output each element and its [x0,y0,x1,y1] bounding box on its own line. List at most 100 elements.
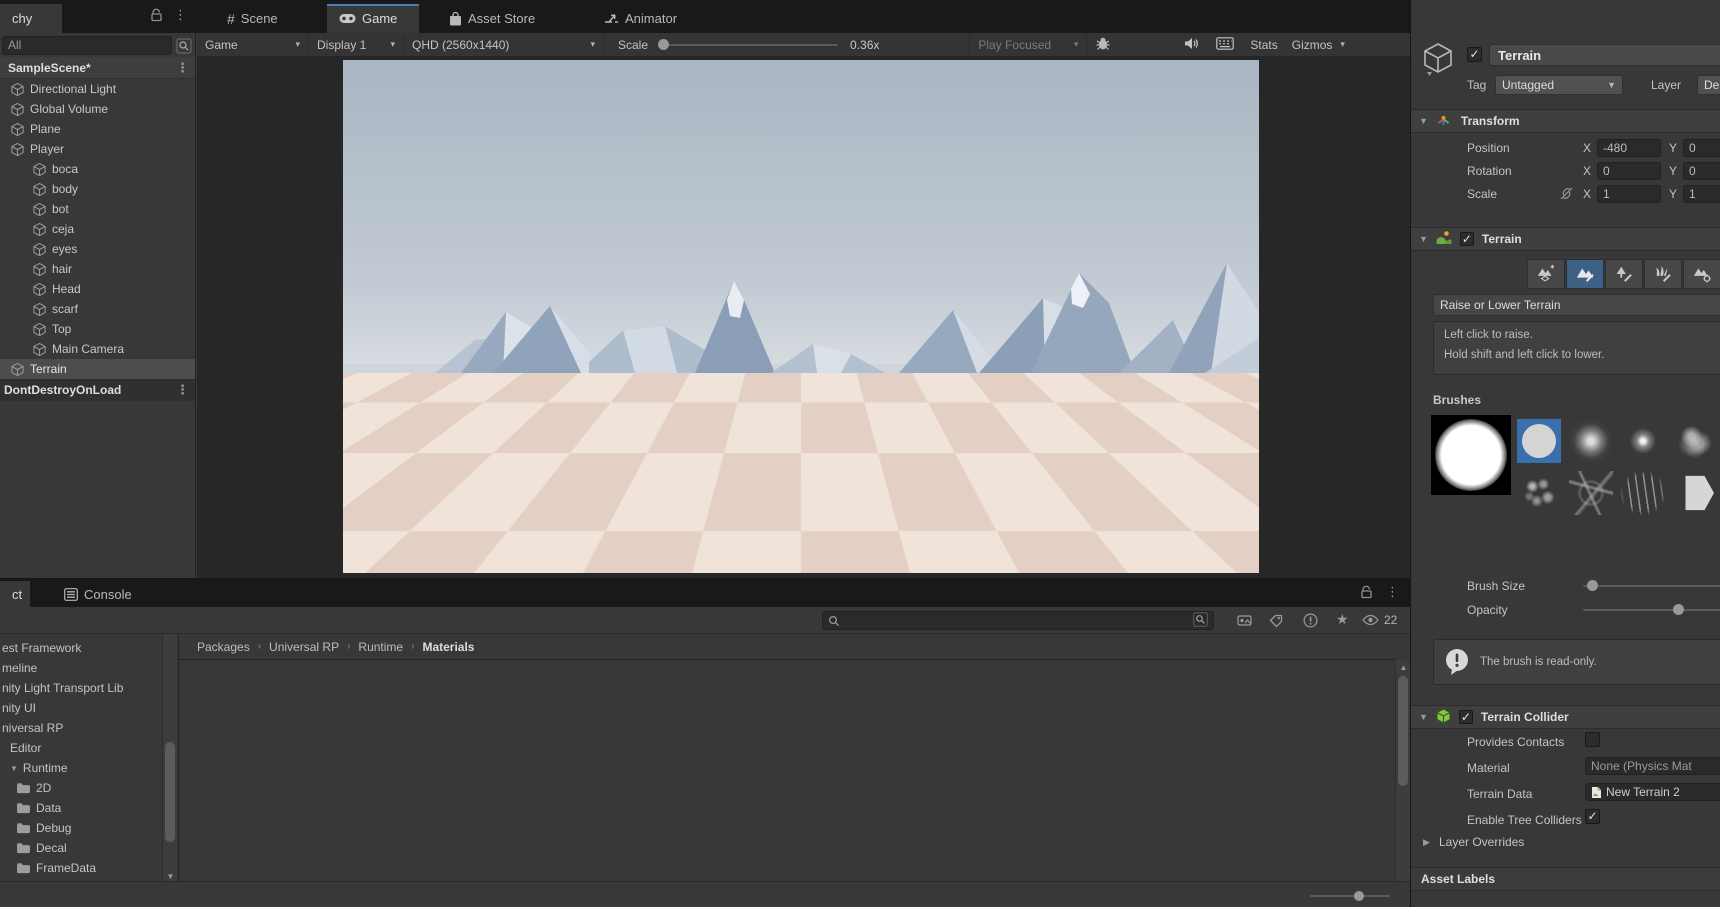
hierarchy-item-main-camera[interactable]: Main Camera [0,339,195,359]
gameobject-name-field[interactable]: Terrain [1489,44,1720,66]
brush-tile-cracks[interactable] [1569,471,1613,515]
rotation-y-field[interactable]: 0 [1683,162,1720,180]
gameobject-active-checkbox[interactable]: ✓ [1467,47,1482,62]
label-filter-icon[interactable] [1269,614,1283,631]
terrain-tool-paint-trees[interactable] [1605,259,1643,289]
hierarchy-item-top[interactable]: Top [0,319,195,339]
tree-item-debug[interactable]: Debug [0,818,162,838]
brush-tile-hex[interactable] [1673,471,1717,515]
hierarchy-item-bot[interactable]: bot [0,199,195,219]
keyboard-icon[interactable] [1216,37,1234,53]
resolution-dropdown[interactable]: QHD (2560x1440) ▾ [404,33,604,57]
hierarchy-item-global-volume[interactable]: Global Volume [0,99,195,119]
tree-scroll-down-icon[interactable]: ▼ [165,872,176,881]
opacity-slider[interactable] [1583,609,1720,611]
scale-x-field[interactable]: 1 [1597,185,1661,203]
tree-item-editor[interactable]: Editor [0,738,162,758]
layer-dropdown[interactable]: De [1697,75,1720,95]
terrain-collider-enabled-checkbox[interactable]: ✓ [1459,710,1473,724]
dontdestroy-menu-icon[interactable]: ⋮ [176,382,195,398]
tree-item-decal[interactable]: Decal [0,838,162,858]
terrain-tool-mode-dropdown[interactable]: Raise or Lower Terrain [1433,294,1720,316]
scene-menu-icon[interactable]: ⋮ [176,60,195,76]
hierarchy-item-body[interactable]: body [0,179,195,199]
tab-scene[interactable]: #Scene [215,4,315,33]
display-dropdown[interactable]: Display 1 ▾ [309,33,404,57]
hierarchy-item-eyes[interactable]: eyes [0,239,195,259]
chevron-down-icon[interactable]: ▾ [1340,39,1345,50]
terrain-enabled-checkbox[interactable]: ✓ [1460,232,1474,246]
foldout-arrow-icon[interactable]: ▼ [1411,234,1428,244]
hierarchy-item-hair[interactable]: hair [0,259,195,279]
debug-bug-icon[interactable] [1095,36,1111,54]
position-y-field[interactable]: 0 [1683,139,1720,157]
scale-slider[interactable] [658,44,838,46]
hierarchy-item-head[interactable]: Head [0,279,195,299]
brush-tile-soft[interactable] [1569,419,1613,463]
tree-item-runtime[interactable]: ▼Runtime [0,758,162,778]
game-viewport[interactable] [343,60,1259,573]
grid-scrollbar-thumb[interactable] [1398,676,1408,786]
lock-icon[interactable] [1360,585,1373,602]
project-menu-icon[interactable]: ⋮ [1386,584,1399,600]
tab-console[interactable]: Console [52,581,144,607]
tab-game[interactable]: Game [327,4,419,33]
hierarchy-item-terrain[interactable]: Terrain [0,359,195,379]
breadcrumb-segment[interactable]: Runtime [358,640,403,654]
material-object-field[interactable]: None (Physics Mat [1585,757,1720,775]
foldout-right-icon[interactable]: ▶ [1423,837,1430,848]
brush-tile-scatter[interactable] [1517,471,1561,515]
mute-audio-icon[interactable] [1183,36,1200,54]
breadcrumb-segment[interactable]: Universal RP [269,640,339,654]
brush-tile-circle[interactable] [1517,419,1561,463]
brush-size-slider[interactable] [1583,585,1720,587]
brush-tile-streaks[interactable] [1621,471,1665,515]
tree-item-nity-light-transport-lib[interactable]: nity Light Transport Lib [0,678,162,698]
tree-item-framedata[interactable]: FrameData [0,858,162,878]
project-search-input[interactable] [822,611,1214,630]
provides-contacts-checkbox[interactable] [1585,732,1600,747]
brush-tile-mottle[interactable] [1673,419,1717,463]
hidden-packages-eye-icon[interactable] [1362,614,1379,629]
hierarchy-item-player[interactable]: Player [0,139,195,159]
terrain-component-header[interactable]: ▼ ✓ Terrain [1411,227,1720,251]
tree-item-data[interactable]: Data [0,798,162,818]
tag-dropdown[interactable]: Untagged▼ [1495,75,1623,95]
hierarchy-item-directional-light[interactable]: Directional Light [0,79,195,99]
grid-scroll-up-icon[interactable]: ▲ [1398,663,1409,672]
scale-slider-handle[interactable] [658,39,669,50]
expand-arrow-icon[interactable]: ▼ [10,764,18,773]
tab-hierarchy[interactable]: chy [0,4,62,33]
rotation-x-field[interactable]: 0 [1597,162,1661,180]
asset-type-filter-icon[interactable] [1237,614,1252,630]
alert-icon[interactable] [1303,613,1318,631]
tree-item-niversal-rp[interactable]: niversal RP [0,718,162,738]
terrain-tool-create-neighbor[interactable] [1527,259,1565,289]
gizmos-dropdown[interactable]: Gizmos [1292,38,1333,52]
play-focused-dropdown[interactable]: Play Focused ▾ [969,33,1087,57]
lock-icon[interactable] [150,8,163,25]
tab-project[interactable]: ct [0,581,30,607]
opacity-handle[interactable] [1673,604,1684,615]
tree-scrollbar[interactable]: ▼ [162,634,177,886]
position-x-field[interactable]: -480 [1597,139,1661,157]
breadcrumb-segment[interactable]: Packages [179,640,250,654]
save-search-star-icon[interactable]: ★ [1336,611,1349,628]
asset-labels-header[interactable]: Asset Labels [1411,867,1720,891]
brush-size-handle[interactable] [1587,580,1598,591]
hierarchy-item-plane[interactable]: Plane [0,119,195,139]
scale-link-icon[interactable] [1559,186,1574,204]
tree-item-est-framework[interactable]: est Framework [0,638,162,658]
breadcrumb-segment[interactable]: Materials [422,640,474,654]
scene-header-row[interactable]: SampleScene* ⋮ [0,57,195,79]
thumbnail-zoom-handle[interactable] [1354,891,1364,901]
stats-toggle[interactable]: Stats [1250,38,1277,52]
foldout-arrow-icon[interactable]: ▼ [1411,116,1428,126]
hierarchy-menu-icon[interactable]: ⋮ [174,7,187,23]
hierarchy-search-input[interactable]: All [2,36,172,55]
terrain-tool-settings[interactable] [1683,259,1720,289]
terrain-data-object-field[interactable]: New Terrain 2 [1585,783,1720,801]
foldout-arrow-icon[interactable]: ▼ [1411,712,1428,722]
hierarchy-item-ceja[interactable]: ceja [0,219,195,239]
terrain-tool-paint-details[interactable] [1644,259,1682,289]
